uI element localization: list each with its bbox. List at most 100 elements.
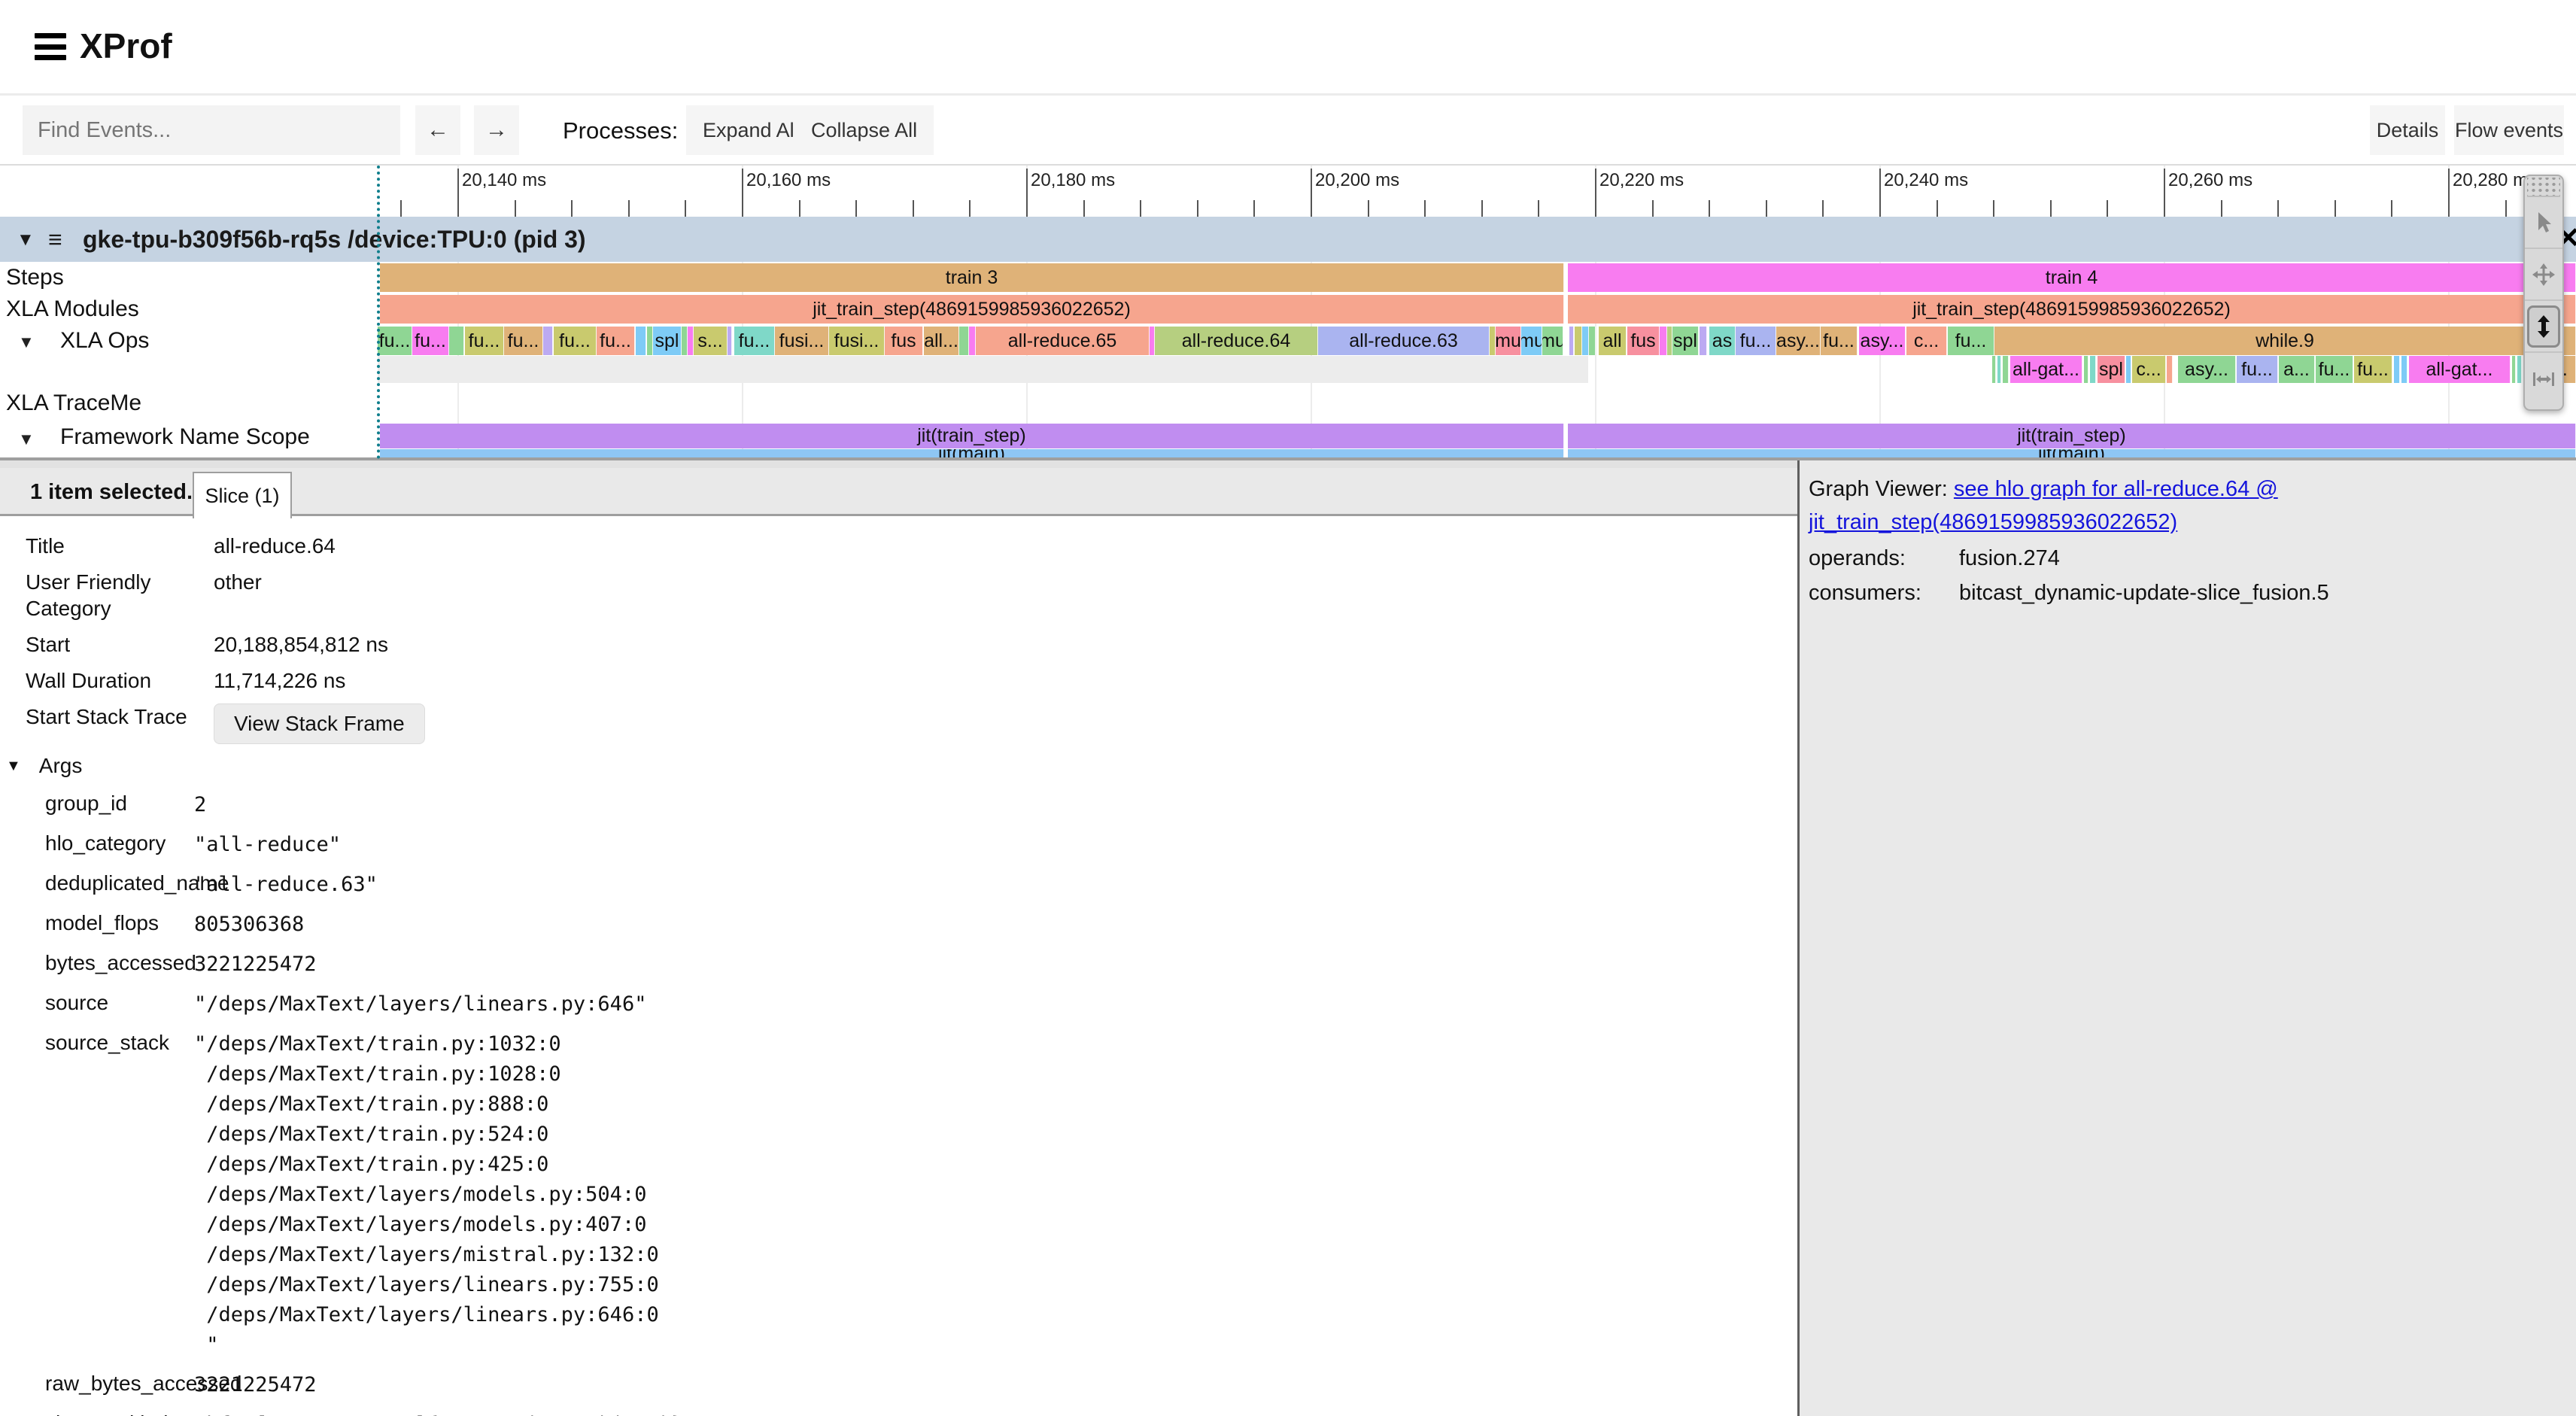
trace-event[interactable] [1992, 356, 1996, 383]
trace-event[interactable]: fus [1627, 327, 1660, 355]
trace-event[interactable] [1700, 327, 1707, 355]
trace-event[interactable]: fus [885, 327, 923, 355]
trace-event[interactable] [2084, 356, 2088, 383]
graph-row-value: bitcast_dynamic-update-slice_fusion.5 [1959, 578, 2329, 608]
trace-event[interactable] [2401, 356, 2407, 383]
trace-event[interactable] [2517, 356, 2522, 383]
trace-event[interactable]: fu... [554, 327, 597, 355]
trace-event[interactable] [1660, 327, 1667, 355]
trace-event[interactable]: a... [2279, 356, 2315, 383]
trace-event[interactable]: mu [1521, 327, 1542, 355]
view-stack-frame-button[interactable]: View Stack Frame [214, 703, 425, 744]
trace-event[interactable]: c... [1906, 327, 1947, 355]
trace-event[interactable]: c... [2132, 356, 2166, 383]
collapse-all-button[interactable]: Collapse All [794, 105, 934, 155]
trace-event[interactable]: s... [694, 327, 728, 355]
trace-event[interactable]: all-gat... [2409, 356, 2511, 383]
trace-event[interactable]: all-reduce.63 [1318, 327, 1490, 355]
tab-slice[interactable]: Slice (1) [193, 472, 292, 518]
trace-event[interactable]: train 3 [380, 263, 1564, 292]
trace-event[interactable]: spl [1672, 327, 1699, 355]
prev-event-button[interactable]: ← [415, 105, 460, 155]
device-menu-icon[interactable]: ≡ [48, 217, 62, 262]
trace-event[interactable]: jit_train_step(4869159985936022652) [380, 295, 1564, 324]
args-section-header[interactable]: ▼Args [6, 754, 1797, 778]
trace-event[interactable] [1997, 356, 2001, 383]
trace-event[interactable]: fu... [465, 327, 504, 355]
details-button[interactable]: Details [2370, 105, 2445, 155]
trace-event[interactable]: fu... [597, 327, 635, 355]
trace-event[interactable] [2394, 356, 2400, 383]
trace-event[interactable]: fu... [1821, 327, 1858, 355]
trace-event[interactable] [2003, 356, 2009, 383]
next-event-button[interactable]: → [474, 105, 519, 155]
trace-event[interactable]: mu [1496, 327, 1521, 355]
trace-event[interactable]: fu... [504, 327, 543, 355]
pan-tool[interactable] [2525, 249, 2562, 301]
trace-event[interactable]: fusi... [829, 327, 885, 355]
trace-event[interactable] [1589, 327, 1596, 355]
trace-event[interactable] [969, 327, 976, 355]
trace-event[interactable]: jit_train_step(4869159985936022652) [1568, 295, 2576, 324]
palette-drag-handle[interactable] [2527, 178, 2560, 197]
trace-event[interactable]: all-reduce.64 [1155, 327, 1318, 355]
trace-event[interactable]: jit(train_step) [380, 424, 1564, 448]
trace-event[interactable] [959, 327, 969, 355]
trace-event[interactable]: train 4 [1568, 263, 2576, 292]
trace-event[interactable]: fu... [734, 327, 775, 355]
trace-event[interactable]: fusi... [775, 327, 829, 355]
trace-event[interactable] [543, 327, 553, 355]
trace-event[interactable]: all-gat... [2010, 356, 2082, 383]
ruler-major-tick [2164, 169, 2165, 217]
trace-event[interactable] [1575, 327, 1582, 355]
collapse-device-icon[interactable]: ▼ [17, 217, 35, 263]
trace-event[interactable]: asy... [2178, 356, 2236, 383]
trace-event[interactable]: as [1709, 327, 1736, 355]
trace-event[interactable]: fu... [412, 327, 449, 355]
trace-event[interactable]: while.9 [1994, 327, 2576, 355]
selection-tool[interactable] [2525, 197, 2562, 249]
device-track-header[interactable]: ▼ ≡ gke-tpu-b309f56b-rq5s /device:TPU:0 … [0, 217, 2576, 262]
trace-event[interactable] [1150, 327, 1155, 355]
trace-event[interactable]: fu... [1948, 327, 1994, 355]
trace-event[interactable] [1569, 327, 1574, 355]
trace-event[interactable] [728, 327, 732, 355]
trace-event[interactable]: fu... [2237, 356, 2278, 383]
trace-event[interactable]: fu... [378, 327, 412, 355]
trace-event[interactable]: fu... [2316, 356, 2353, 383]
trace-event[interactable] [2167, 356, 2173, 383]
trace-event[interactable]: all-reduce.65 [976, 327, 1150, 355]
trace-event[interactable] [1667, 327, 1672, 355]
args-collapse-icon[interactable]: ▼ [6, 758, 21, 775]
trace-event[interactable] [636, 327, 646, 355]
trace-event[interactable]: mu [1542, 327, 1563, 355]
ruler-minor-tick [1140, 200, 1141, 217]
trace-event[interactable] [1582, 327, 1589, 355]
trace-event[interactable] [1490, 327, 1496, 355]
trace-event[interactable]: all [1599, 327, 1627, 355]
trace-event[interactable]: fu... [1736, 327, 1776, 355]
trace-event[interactable] [688, 327, 694, 355]
timing-selection-tool[interactable] [2525, 353, 2562, 405]
trace-event[interactable] [2512, 356, 2516, 383]
trace-event[interactable] [2126, 356, 2131, 383]
trace-event[interactable]: spl [653, 327, 682, 355]
trace-event[interactable]: spl [2098, 356, 2125, 383]
trace-event[interactable] [449, 327, 464, 355]
hlo-graph-link[interactable]: see hlo graph for all-reduce.64 @ [1954, 477, 2278, 501]
ruler-minor-tick [1822, 200, 1824, 217]
trace-event[interactable] [647, 327, 653, 355]
zoom-vertical-tool[interactable] [2525, 301, 2562, 353]
detail-row: group_id2 [0, 790, 1797, 820]
trace-event[interactable]: asy... [1859, 327, 1906, 355]
flow-events-button[interactable]: Flow events [2454, 105, 2564, 155]
trace-event[interactable] [682, 327, 688, 355]
trace-event[interactable]: asy... [1776, 327, 1821, 355]
trace-event[interactable]: jit(train_step) [1568, 424, 2576, 448]
hlo-graph-link-line2[interactable]: jit_train_step(4869159985936022652) [1809, 510, 2177, 534]
find-events-input[interactable] [23, 105, 400, 155]
trace-event[interactable]: all... [924, 327, 959, 355]
trace-event[interactable] [2090, 356, 2096, 383]
menu-icon[interactable] [35, 33, 66, 60]
trace-event[interactable]: fu... [2354, 356, 2392, 383]
